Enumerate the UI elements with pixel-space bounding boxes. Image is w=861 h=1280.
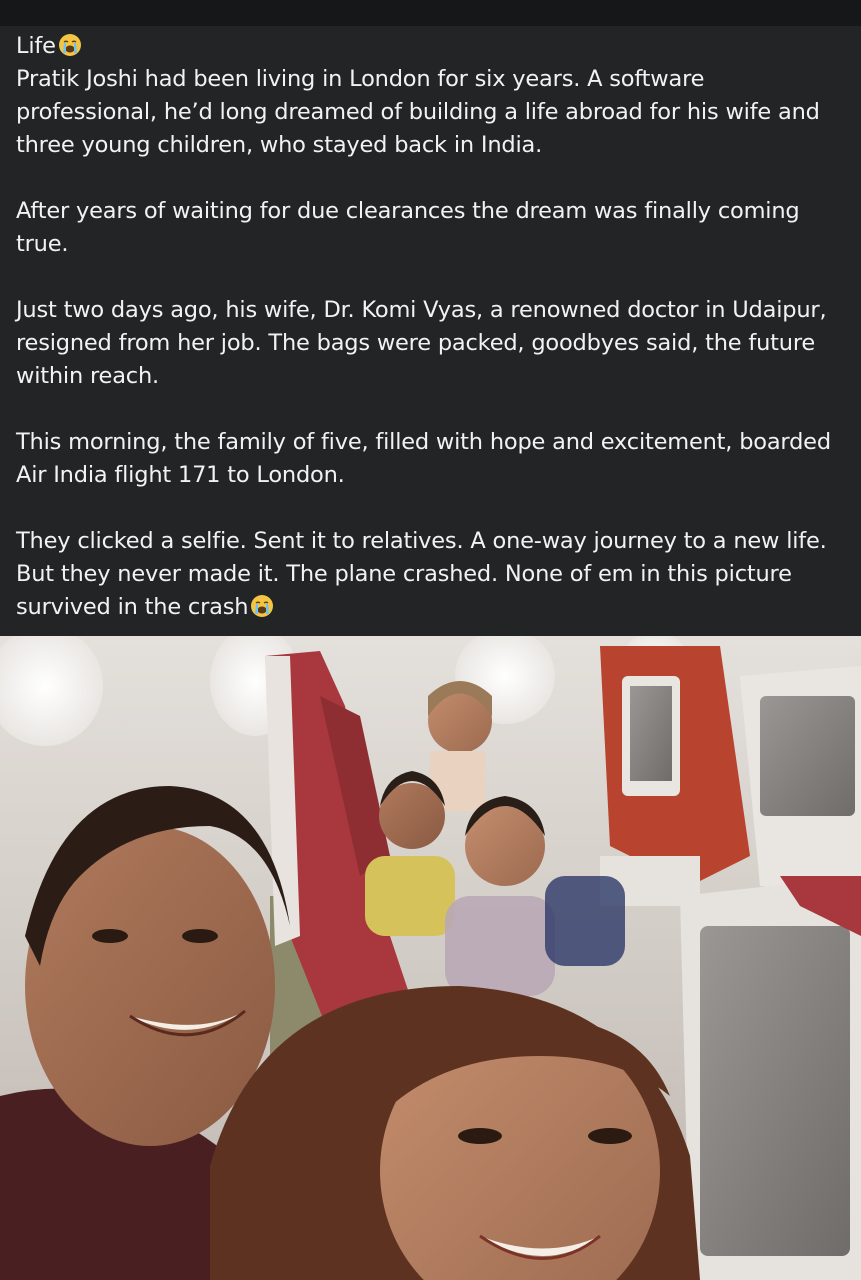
- seat-screen: [760, 696, 855, 816]
- post-paragraph-3: Just two days ago, his wife, Dr. Komi Vy…: [16, 297, 827, 389]
- post-heading: Life: [16, 33, 56, 59]
- post-card: Life Pratik Joshi had been living in Lon…: [0, 0, 861, 1280]
- post-text: Life Pratik Joshi had been living in Lon…: [16, 30, 851, 657]
- selfie-photo: [0, 636, 861, 1280]
- photo-illustration: [0, 636, 861, 1280]
- post-paragraph-2: After years of waiting for due clearance…: [16, 198, 800, 257]
- post-paragraph-4: This morning, the family of five, filled…: [16, 429, 831, 488]
- boy-shirt: [365, 856, 455, 936]
- crying-face-icon: [251, 595, 274, 617]
- post-paragraph-1: Pratik Joshi had been living in London f…: [16, 66, 820, 158]
- seat-screen: [700, 926, 850, 1256]
- child-clothes: [445, 896, 555, 996]
- post-heading-line: Life: [16, 30, 851, 63]
- crying-face-icon: [58, 34, 81, 56]
- post-paragraph-5-line: They clicked a selfie. Sent it to relati…: [16, 525, 851, 624]
- post-paragraph-5: They clicked a selfie. Sent it to relati…: [16, 528, 827, 620]
- top-bar: [0, 0, 861, 26]
